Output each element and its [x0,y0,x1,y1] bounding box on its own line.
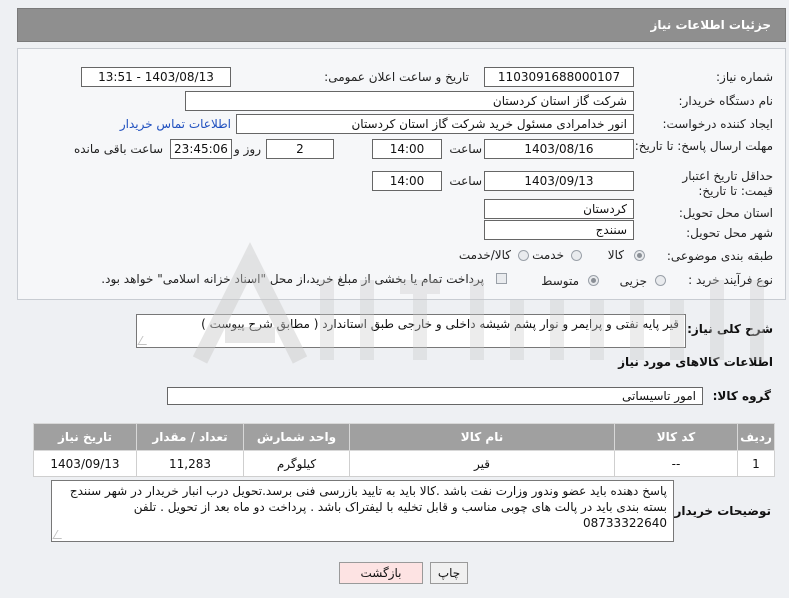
validity-label: حداقل تاریخ اعتبار قیمت: تا تاریخ: [682,169,773,198]
announce-field: 1403/08/13 - 13:51 [81,67,231,87]
description-textarea[interactable]: قیر پایه نفتی و پرایمر و نوار پشم شیشه د… [136,314,686,348]
resize-handle-icon[interactable] [52,530,67,539]
cell-row: 1 [737,450,775,477]
buyer-notes-textarea[interactable]: پاسخ دهنده باید عضو وندور وزارت نفت باشد… [51,480,674,542]
process-radio-medium[interactable] [588,275,599,286]
col-code: کد کالا [614,423,738,451]
process-label: نوع فرآیند خرید : [688,273,773,287]
city-label: شهر محل تحویل: [686,226,773,240]
deadline-label: مهلت ارسال پاسخ: تا تاریخ: [634,139,773,153]
process-option-medium: متوسط [541,274,579,288]
category-option-goods: کالا [607,248,624,262]
validity-time-field: 14:00 [372,171,442,191]
goods-table-header: ردیف کد کالا نام کالا واحد شمارش تعداد /… [33,423,775,451]
col-qty: تعداد / مقدار [136,423,244,451]
category-label: طبقه بندی موضوعی: [666,249,773,263]
col-row: ردیف [737,423,775,451]
cell-date: 1403/09/13 [33,450,137,477]
buyer-org-label: نام دستگاه خریدار: [678,94,774,108]
description-label: شرح کلی نیاز: [687,322,773,336]
goods-group-label: گروه کالا: [712,389,771,403]
requester-label: ایجاد کننده درخواست: [662,117,773,131]
treasury-checkbox[interactable] [496,273,507,284]
validity-date-field: 1403/09/13 [484,171,634,191]
back-button[interactable]: بازگشت [339,562,423,584]
treasury-note: پرداخت تمام یا بخشی از مبلغ خرید،از محل … [101,272,484,286]
table-row: 1 -- قیر کیلوگرم 11,283 1403/09/13 [33,450,775,477]
category-option-service: خدمت [532,248,564,262]
province-label: استان محل تحویل: [678,206,773,220]
category-radio-service[interactable] [571,250,582,261]
col-unit: واحد شمارش [243,423,350,451]
process-radio-minor[interactable] [655,275,666,286]
city-field: سنندج [484,220,634,240]
need-number-label: شماره نیاز: [716,70,773,84]
goods-table: ردیف کد کالا نام کالا واحد شمارش تعداد /… [33,423,775,477]
description-text: قیر پایه نفتی و پرایمر و نوار پشم شیشه د… [201,317,679,331]
days-label: روز و [234,142,261,156]
goods-section-title: اطلاعات کالاهای مورد نیاز [618,355,773,369]
validity-time-label: ساعت [449,174,482,188]
page-header: جزئیات اطلاعات نیاز [17,8,786,42]
deadline-time-field: 14:00 [372,139,442,159]
need-number-field: 1103091688000107 [484,67,634,87]
deadline-date-field: 1403/08/16 [484,139,634,159]
cell-unit: کیلوگرم [243,450,350,477]
buyer-notes-text: پاسخ دهنده باید عضو وندور وزارت نفت باشد… [69,484,667,530]
days-field: 2 [266,139,334,159]
requester-field: انور خدامرادی مسئول خرید شرکت گاز استان … [236,114,634,134]
col-date: تاریخ نیاز [33,423,137,451]
remaining-label: ساعت باقی مانده [73,142,163,156]
category-radio-goods[interactable] [634,250,645,261]
announce-label: تاریخ و ساعت اعلان عمومی: [324,70,469,84]
buyer-org-field: شرکت گاز استان کردستان [185,91,634,111]
category-radio-both[interactable] [518,250,529,261]
process-option-minor: جزیی [619,274,647,288]
col-name: نام کالا [349,423,615,451]
remaining-time-field: 23:45:06 [170,139,232,159]
buyer-notes-label: توضیحات خریدار: [669,504,771,518]
category-option-both: کالا/خدمت [458,248,511,262]
cell-code: -- [614,450,738,477]
resize-handle-icon[interactable] [137,336,152,345]
contact-info-link[interactable]: اطلاعات تماس خریدار [120,117,231,131]
cell-qty: 11,283 [136,450,244,477]
page-title: جزئیات اطلاعات نیاز [650,18,771,32]
province-field: کردستان [484,199,634,219]
cell-name: قیر [349,450,615,477]
deadline-time-label: ساعت [449,142,482,156]
print-button[interactable]: چاپ [430,562,468,584]
goods-group-field: امور تاسیساتی [167,387,703,405]
